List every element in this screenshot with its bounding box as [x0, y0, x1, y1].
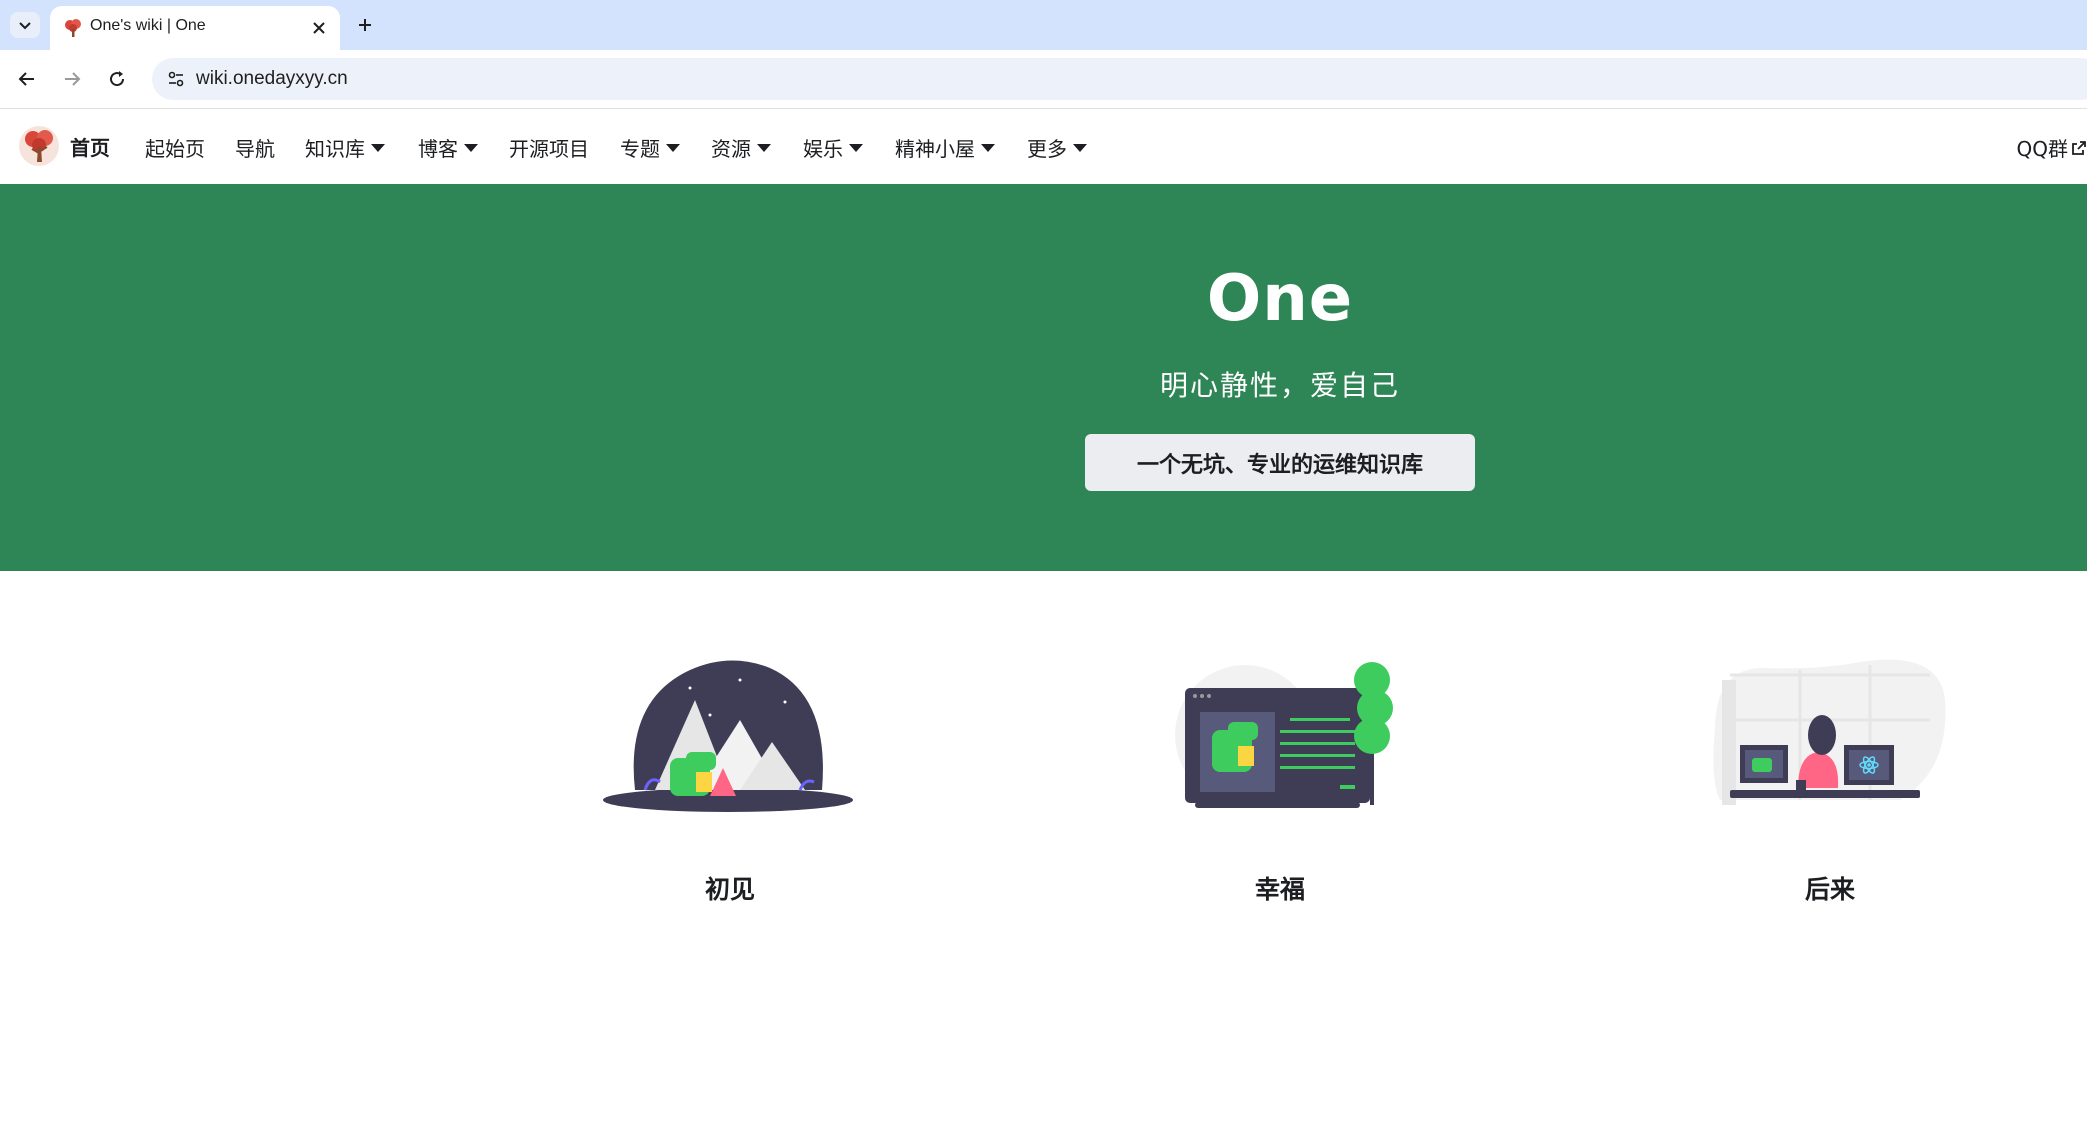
tab-title: One's wiki | One [90, 17, 206, 34]
hero-title: One [1206, 262, 1354, 336]
hero-cta-button[interactable]: 一个无坑、专业的运维知识库 [1085, 434, 1475, 491]
browser-tabstrip: One's wiki | One [0, 0, 2087, 50]
nav-item-label: 娱乐 [803, 137, 843, 161]
nav-item-topics[interactable]: 专题 [620, 133, 680, 162]
caret-down-icon [849, 143, 863, 152]
caret-down-icon [981, 143, 995, 152]
hero-subtitle: 明心静性，爱自己 [1159, 369, 1400, 402]
tree-logo-icon [19, 126, 59, 166]
nav-item-more[interactable]: 更多 [1027, 133, 1087, 162]
nav-item-label: 起始页 [145, 137, 205, 161]
tab-search-button[interactable] [10, 12, 40, 38]
nav-item-knowledge-base[interactable]: 知识库 [305, 133, 385, 162]
chevron-down-icon [19, 22, 31, 30]
caret-down-icon [371, 143, 385, 152]
nav-item-label: 资源 [711, 137, 751, 161]
nav-item-spirit-house[interactable]: 精神小屋 [895, 133, 995, 162]
caret-down-icon [1073, 143, 1087, 152]
nav-item-open-source[interactable]: 开源项目 [509, 133, 589, 162]
reload-button[interactable] [101, 63, 133, 95]
site-navbar: 首页 起始页 导航 知识库 博客 开源项目 专题 资源 娱乐 精神小屋 更多 Q… [0, 109, 2087, 184]
nav-item-blog[interactable]: 博客 [418, 133, 478, 162]
reload-icon [110, 71, 125, 87]
nav-item-label: 精神小屋 [895, 137, 975, 161]
feature-card: 初见 [580, 640, 880, 904]
feature-card: 后来 [1680, 640, 1980, 904]
tab-close-button[interactable] [308, 17, 330, 39]
plus-icon [359, 19, 371, 31]
nav-item-label: 更多 [1027, 137, 1067, 161]
feature-card: 幸福 [1130, 640, 1430, 904]
arrow-left-icon [18, 72, 34, 86]
monitor-dino-illustration-icon [1175, 662, 1393, 808]
arrow-right-icon [65, 72, 81, 86]
mountain-dino-illustration-icon [603, 660, 853, 812]
desk-react-illustration-icon [1713, 659, 1946, 805]
tree-favicon-icon [65, 19, 81, 37]
nav-item-entertainment[interactable]: 娱乐 [803, 133, 863, 162]
caret-down-icon [757, 143, 771, 152]
feature-title: 初见 [704, 875, 755, 904]
address-bar[interactable]: wiki.onedayxyy.cn [152, 58, 2087, 100]
feature-title: 后来 [1804, 875, 1855, 904]
back-button[interactable] [11, 63, 43, 95]
caret-down-icon [666, 143, 680, 152]
nav-item-label: 博客 [418, 137, 458, 161]
hero-banner: One 明心静性，爱自己 一个无坑、专业的运维知识库 [0, 184, 2087, 571]
tune-icon [168, 71, 184, 87]
nav-item-label: 导航 [235, 137, 275, 161]
url-text[interactable]: wiki.onedayxyy.cn [196, 68, 348, 90]
brand-home-link[interactable]: 首页 [18, 125, 110, 167]
qq-group-label: QQ群 [2016, 137, 2068, 161]
forward-button[interactable] [56, 63, 88, 95]
browser-tab-active[interactable]: One's wiki | One [50, 6, 340, 50]
brand-title: 首页 [70, 135, 110, 160]
feature-title: 幸福 [1254, 875, 1305, 904]
nav-item-label: 专题 [620, 137, 660, 161]
nav-item-label: 知识库 [305, 137, 365, 161]
nav-item-label: 开源项目 [509, 137, 589, 161]
qq-group-link[interactable]: QQ群 [2017, 133, 2087, 162]
new-tab-button[interactable] [350, 12, 380, 38]
browser-toolbar: wiki.onedayxyy.cn [0, 50, 2087, 109]
nav-item-start[interactable]: 起始页 [145, 133, 205, 162]
caret-down-icon [464, 143, 478, 152]
nav-item-resources[interactable]: 资源 [711, 133, 771, 162]
external-link-icon [2072, 140, 2086, 155]
nav-item-navigation[interactable]: 导航 [235, 133, 275, 162]
site-info-button[interactable] [160, 63, 192, 95]
close-icon [313, 22, 325, 34]
